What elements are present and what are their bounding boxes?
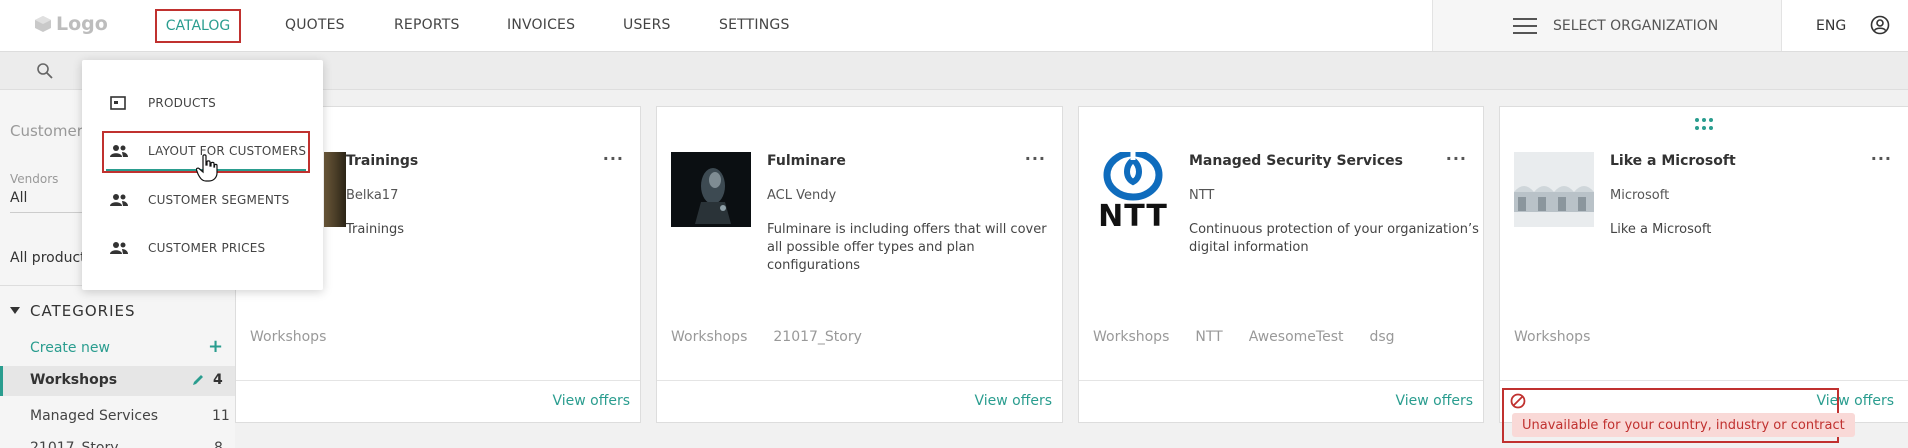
product-vendor: ACL Vendy	[767, 188, 837, 203]
view-offers-link[interactable]: View offers	[552, 393, 630, 409]
product-card-managed-security[interactable]: NTT Managed Security Services NTT Contin…	[1078, 106, 1484, 423]
users-icon	[110, 242, 128, 254]
nav-settings[interactable]: SETTINGS	[719, 17, 790, 33]
view-offers-link[interactable]: View offers	[974, 393, 1052, 409]
more-options-icon[interactable]: ···	[1446, 149, 1467, 168]
product-card-fulminare[interactable]: Fulminare ACL Vendy Fulminare is includi…	[656, 106, 1063, 423]
product-tags: Workshops 21017_Story	[671, 329, 862, 345]
product-description: Trainings	[346, 222, 405, 237]
category-count: 4	[213, 372, 223, 388]
caret-down-icon	[10, 307, 20, 314]
menu-item-products[interactable]: PRODUCTS	[82, 87, 323, 119]
tag[interactable]: dsg	[1369, 329, 1394, 345]
category-count: 11	[212, 408, 230, 424]
hamburger-menu-icon	[1513, 18, 1537, 34]
tag[interactable]: Workshops	[1093, 329, 1169, 345]
product-description: Like a Microsoft	[1610, 222, 1712, 237]
create-new-category-link[interactable]: Create new	[30, 340, 110, 356]
fulminare-image	[671, 152, 751, 227]
ntt-logo: NTT	[1091, 152, 1175, 227]
product-vendor: Belka17	[346, 188, 399, 203]
card-divider	[657, 380, 1062, 381]
users-icon	[110, 194, 128, 206]
sidebar-item-workshops[interactable]: Workshops 4	[0, 366, 235, 396]
building-image	[1514, 152, 1594, 227]
prohibited-icon	[1510, 393, 1526, 409]
product-description: Continuous protection of your organizati…	[1189, 222, 1479, 255]
more-options-icon[interactable]: ···	[1871, 149, 1892, 168]
vendors-underline	[10, 212, 88, 213]
ntt-logo-text: NTT	[1098, 199, 1168, 228]
product-thumbnail	[1514, 152, 1594, 227]
sidebar-item-managed-services[interactable]: Managed Services	[30, 408, 158, 424]
nav-invoices[interactable]: INVOICES	[507, 17, 575, 33]
product-title[interactable]: Managed Security Services	[1189, 153, 1403, 169]
product-description: Fulminare is including offers that will …	[767, 222, 1047, 273]
logo[interactable]: Logo	[34, 13, 108, 35]
card-divider	[1500, 380, 1908, 381]
category-count: 8	[214, 440, 223, 448]
tag[interactable]: Workshops	[250, 329, 326, 345]
select-organization-label: SELECT ORGANIZATION	[1553, 18, 1719, 34]
plus-icon[interactable]: +	[208, 336, 223, 357]
product-title[interactable]: Fulminare	[767, 153, 846, 169]
tag[interactable]: Workshops	[1514, 329, 1590, 345]
categories-title: CATEGORIES	[30, 302, 136, 320]
view-offers-link[interactable]: View offers	[1395, 393, 1473, 409]
product-icon	[110, 96, 126, 110]
menu-item-label: CUSTOMER SEGMENTS	[148, 193, 290, 207]
nav-users[interactable]: USERS	[623, 17, 671, 33]
card-divider	[1079, 380, 1483, 381]
user-account-icon[interactable]	[1870, 15, 1890, 35]
nav-reports[interactable]: REPORTS	[394, 17, 460, 33]
product-tags: Workshops	[250, 329, 326, 345]
nav-quotes[interactable]: QUOTES	[285, 17, 345, 33]
product-tags: Workshops	[1514, 329, 1590, 345]
logo-cube-icon	[35, 16, 51, 32]
nav-catalog[interactable]: CATALOG	[155, 9, 241, 43]
more-options-icon[interactable]: ···	[1025, 149, 1046, 168]
vendors-label: Vendors	[10, 172, 59, 186]
unavailable-message: Unavailable for your country, industry o…	[1512, 413, 1855, 437]
menu-item-label: PRODUCTS	[148, 96, 216, 110]
product-card-like-a-microsoft[interactable]: Like a Microsoft Microsoft Like a Micros…	[1499, 106, 1908, 423]
logo-text: Logo	[56, 13, 108, 35]
language-selector[interactable]: ENG	[1816, 18, 1846, 34]
product-vendor: Microsoft	[1610, 188, 1670, 203]
menu-item-customer-prices[interactable]: CUSTOMER PRICES	[82, 232, 323, 264]
sidebar-item-21017-story[interactable]: 21017_Story	[30, 440, 119, 448]
category-name: Workshops	[30, 372, 118, 388]
search-icon[interactable]	[36, 62, 54, 80]
tag[interactable]: AwesomeTest	[1249, 329, 1344, 345]
customer-input[interactable]: Customer	[10, 122, 83, 140]
product-title[interactable]: Like a Microsoft	[1610, 153, 1736, 169]
select-organization[interactable]: SELECT ORGANIZATION	[1432, 0, 1782, 51]
tag[interactable]: 21017_Story	[773, 329, 862, 345]
tag[interactable]: NTT	[1195, 329, 1222, 345]
top-navigation-bar: Logo CATALOG QUOTES REPORTS INVOICES USE…	[0, 0, 1908, 52]
all-products-filter[interactable]: All product	[10, 250, 86, 266]
drag-handle-icon[interactable]	[1695, 118, 1713, 132]
product-thumbnail	[671, 152, 751, 227]
tag[interactable]: Workshops	[671, 329, 747, 345]
categories-header[interactable]: CATEGORIES	[10, 302, 136, 320]
vendors-select[interactable]: All	[10, 190, 27, 206]
menu-item-customer-segments[interactable]: CUSTOMER SEGMENTS	[82, 184, 323, 216]
product-vendor: NTT	[1189, 188, 1215, 203]
edit-pencil-icon[interactable]	[191, 373, 205, 387]
product-title[interactable]: Trainings	[346, 153, 418, 169]
more-options-icon[interactable]: ···	[603, 149, 624, 168]
hand-cursor-icon	[196, 154, 218, 182]
product-tags: Workshops NTT AwesomeTest dsg	[1093, 329, 1395, 345]
card-divider	[236, 380, 640, 381]
menu-item-label: CUSTOMER PRICES	[148, 241, 266, 255]
